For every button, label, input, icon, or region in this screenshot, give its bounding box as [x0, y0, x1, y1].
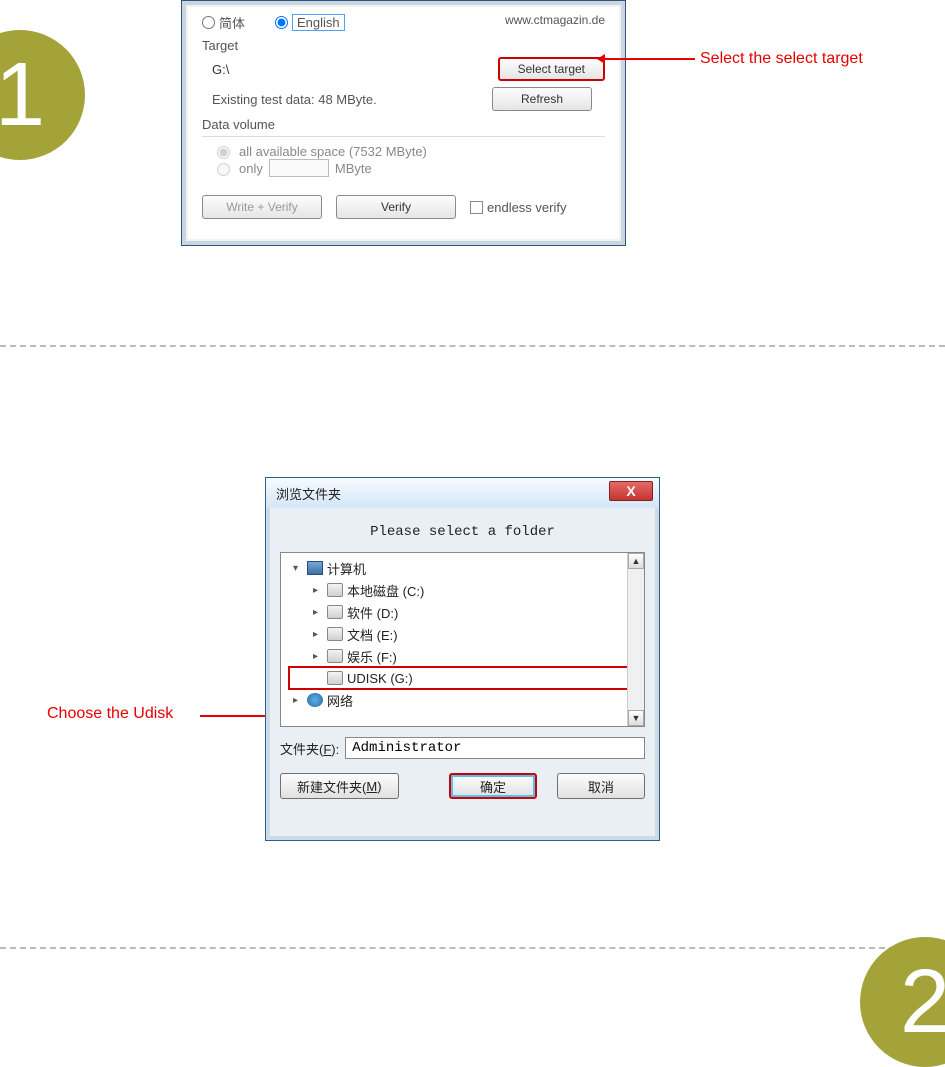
cancel-button[interactable]: 取消: [557, 773, 645, 799]
verify-button[interactable]: Verify: [336, 195, 456, 219]
endless-verify-label: endless verify: [487, 200, 566, 215]
drive-icon: [327, 671, 343, 685]
network-icon: [307, 693, 323, 707]
scroll-down-icon[interactable]: ▼: [628, 710, 644, 726]
drive-icon: [327, 649, 343, 663]
refresh-button[interactable]: Refresh: [492, 87, 592, 111]
lang-cn-label: 简体: [219, 13, 245, 32]
checkbox-icon: [470, 201, 483, 214]
lang-en-label: English: [292, 14, 345, 31]
tree-node-computer[interactable]: 计算机: [289, 557, 644, 579]
arrow-icon: [600, 58, 695, 60]
tree-node-drive-e[interactable]: 文档 (E:): [289, 623, 644, 645]
expand-icon[interactable]: [313, 585, 323, 596]
tree-label: 软件 (D:): [347, 603, 398, 622]
expand-icon[interactable]: [313, 629, 323, 640]
h2testw-window: 简体 English www.ctmagazin.de Target G:\ S…: [181, 0, 626, 246]
close-icon: X: [626, 483, 635, 499]
folder-name-input[interactable]: [345, 737, 645, 759]
folder-field-label: 文件夹(F):: [280, 739, 339, 758]
expand-icon[interactable]: [313, 651, 323, 662]
tree-node-drive-c[interactable]: 本地磁盘 (C:): [289, 579, 644, 601]
dv-unit-label: MByte: [335, 161, 372, 176]
tree-label: 计算机: [327, 559, 366, 578]
lang-cn-radio[interactable]: 简体: [202, 13, 245, 32]
dv-only-radio[interactable]: only MByte: [212, 159, 605, 177]
ok-button[interactable]: 确定: [449, 773, 537, 799]
existing-data-label: Existing test data: 48 MByte.: [212, 92, 492, 107]
browse-folder-window: 浏览文件夹 X Please select a folder 计算机 本地磁盘 …: [265, 477, 660, 841]
target-group-label: Target: [202, 38, 605, 53]
computer-icon: [307, 561, 323, 575]
target-value: G:\: [212, 62, 322, 77]
step-2-badge: 2: [860, 937, 945, 1067]
tree-label: 本地磁盘 (C:): [347, 581, 424, 600]
expand-icon[interactable]: [293, 563, 303, 574]
tree-label: 网络: [327, 691, 353, 710]
expand-icon[interactable]: [313, 607, 323, 618]
tree-node-drive-d[interactable]: 软件 (D:): [289, 601, 644, 623]
endless-verify-checkbox[interactable]: endless verify: [470, 200, 566, 215]
annotation-select-target: Select the select target: [700, 50, 863, 68]
tree-label: UDISK (G:): [347, 671, 413, 686]
lang-en-radio[interactable]: English: [275, 14, 345, 31]
scroll-up-icon[interactable]: ▲: [628, 553, 644, 569]
tree-label: 娱乐 (F:): [347, 647, 397, 666]
drive-icon: [327, 627, 343, 641]
dv-all-radio[interactable]: all available space (7532 MByte): [212, 143, 605, 159]
dv-only-label: only: [239, 161, 263, 176]
tree-scrollbar[interactable]: ▲ ▼: [627, 553, 644, 726]
new-folder-button[interactable]: 新建文件夹(M): [280, 773, 399, 799]
dialog-prompt: Please select a folder: [284, 524, 641, 540]
url-label: www.ctmagazin.de: [505, 13, 605, 27]
write-verify-button[interactable]: Write + Verify: [202, 195, 322, 219]
tree-node-drive-g-selected[interactable]: UDISK (G:): [289, 667, 644, 689]
data-volume-label: Data volume: [202, 117, 605, 132]
step-1-badge: 1: [0, 30, 85, 160]
tree-node-drive-f[interactable]: 娱乐 (F:): [289, 645, 644, 667]
close-button[interactable]: X: [609, 481, 653, 501]
drive-icon: [327, 605, 343, 619]
section-divider: [0, 947, 945, 949]
tree-node-network[interactable]: 网络: [289, 689, 644, 711]
dv-all-label: all available space (7532 MByte): [239, 144, 427, 159]
window-titlebar: 浏览文件夹 X: [266, 478, 659, 508]
dv-only-input[interactable]: [269, 159, 329, 177]
expand-icon[interactable]: [293, 695, 303, 706]
select-target-button[interactable]: Select target: [498, 57, 605, 81]
annotation-choose-udisk: Choose the Udisk: [47, 705, 173, 723]
tree-label: 文档 (E:): [347, 625, 398, 644]
window-title: 浏览文件夹: [276, 484, 341, 503]
drive-icon: [327, 583, 343, 597]
folder-tree[interactable]: 计算机 本地磁盘 (C:) 软件 (D:) 文档 (E:): [280, 552, 645, 727]
